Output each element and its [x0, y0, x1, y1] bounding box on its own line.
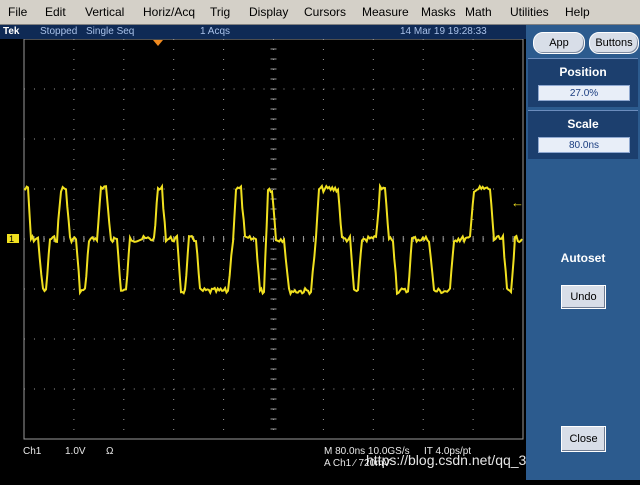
menu-trig[interactable]: Trig: [210, 0, 230, 24]
position-label: Position: [559, 65, 607, 79]
close-button[interactable]: Close: [561, 426, 606, 452]
scale-control[interactable]: Scale 80.0ns: [528, 110, 638, 159]
menu-math[interactable]: Math: [465, 0, 492, 24]
menu-file[interactable]: File: [8, 0, 27, 24]
menu-cursors[interactable]: Cursors: [304, 0, 346, 24]
waveform-display[interactable]: 1 ←: [0, 38, 526, 480]
acquisition-state: Stopped: [40, 26, 78, 37]
brand-label: Tek: [3, 26, 20, 37]
menu-measure[interactable]: Measure: [362, 0, 409, 24]
channel-label: Ch1: [23, 446, 42, 457]
menu-horiz-acq[interactable]: Horiz/Acq: [143, 0, 195, 24]
undo-button[interactable]: Undo: [561, 285, 606, 309]
menu-vertical[interactable]: Vertical: [85, 0, 124, 24]
control-panel: App Buttons Position 27.0% Scale 80.0ns …: [526, 25, 640, 480]
position-control[interactable]: Position 27.0%: [528, 58, 638, 107]
menu-edit[interactable]: Edit: [45, 0, 66, 24]
buttons-button[interactable]: Buttons: [589, 32, 639, 54]
readout-bar: Ch1 1.0V Ω M 80.0ns 10.0GS/s IT 4.0ps/pt…: [0, 441, 581, 480]
date-time: 14 Mar 19 19:28:33: [400, 26, 487, 37]
volts-per-div: 1.0V: [65, 446, 86, 457]
app-button[interactable]: App: [533, 32, 585, 54]
waveform-graticule: 1 ←: [7, 38, 524, 440]
acquisition-mode: Single Seq: [86, 26, 135, 37]
acquisition-count: 1 Acqs: [200, 26, 231, 37]
menu-bar: File Edit Vertical Horiz/Acq Trig Displa…: [0, 0, 640, 25]
menu-utilities[interactable]: Utilities: [510, 0, 549, 24]
channel1-ground-icon[interactable]: 1: [7, 234, 19, 244]
menu-masks[interactable]: Masks: [421, 0, 456, 24]
status-bar: Tek Stopped Single Seq 1 Acqs 14 Mar 19 …: [0, 25, 526, 39]
trigger-position-icon[interactable]: [153, 40, 163, 46]
autoset-label: Autoset: [560, 251, 606, 265]
ground-marker-label: 1: [9, 234, 14, 244]
menu-help[interactable]: Help: [565, 0, 590, 24]
scale-label: Scale: [567, 117, 599, 131]
position-value[interactable]: 27.0%: [538, 85, 630, 101]
scale-value[interactable]: 80.0ns: [538, 137, 630, 153]
menu-display[interactable]: Display: [249, 0, 288, 24]
trigger-level-arrow-icon[interactable]: ←: [511, 195, 524, 210]
coupling-symbol: Ω: [106, 446, 114, 457]
